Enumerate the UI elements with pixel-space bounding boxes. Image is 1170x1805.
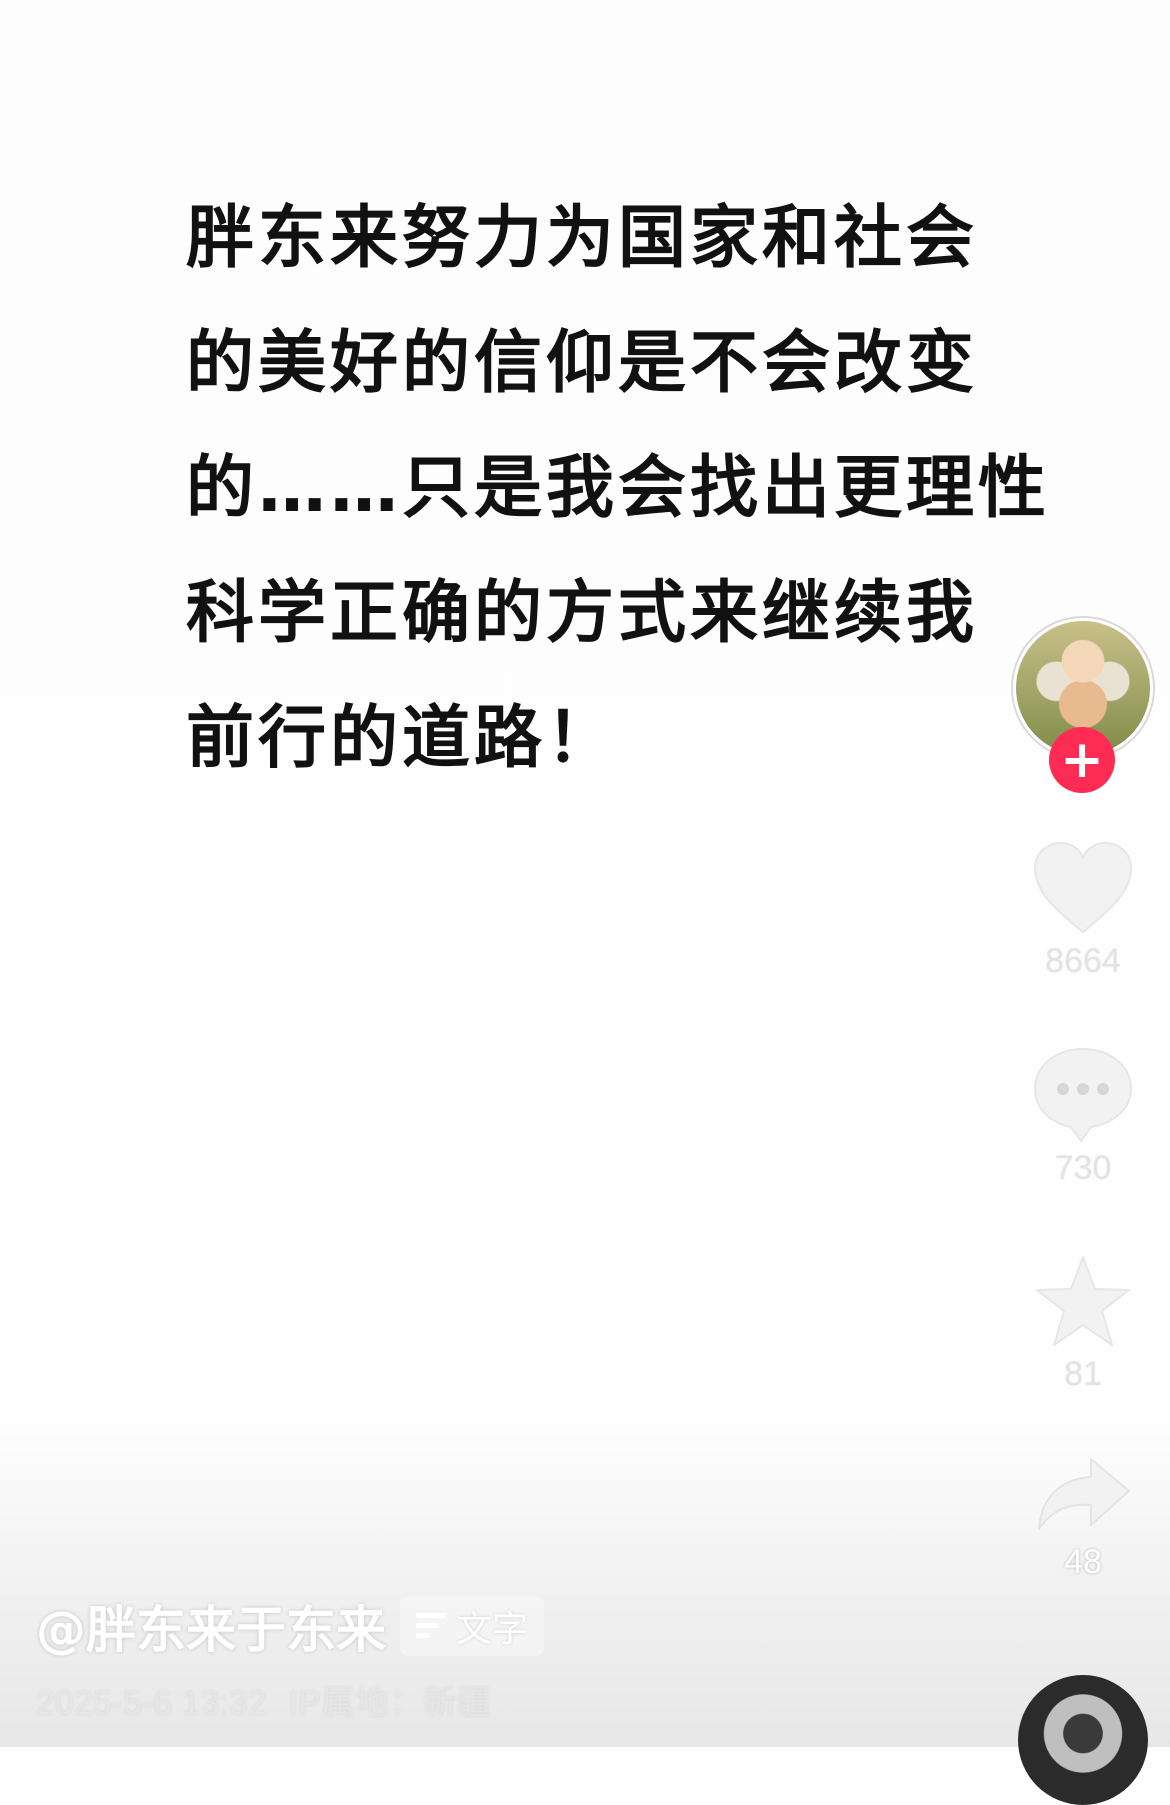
share-button[interactable]: 48 bbox=[1010, 1453, 1156, 1582]
video-screen[interactable]: 胖东来努力为国家和社会 的美好的信仰是不会改变 的……只是我会找出更理性 科学正… bbox=[0, 0, 1170, 1805]
post-text-line: 的……只是我会找出更理性 bbox=[186, 449, 1051, 528]
author-row: @胖东来于东来 文字 bbox=[36, 1590, 545, 1662]
share-count: 48 bbox=[1064, 1543, 1102, 1581]
text-lines-icon bbox=[416, 1611, 446, 1641]
comment-button[interactable]: 730 bbox=[1010, 1045, 1156, 1188]
like-count: 8664 bbox=[1045, 942, 1121, 980]
author-name[interactable]: @胖东来于东来 bbox=[36, 1590, 386, 1662]
favorite-count: 81 bbox=[1064, 1355, 1102, 1393]
post-text-line: 的美好的信仰是不会改变 bbox=[186, 324, 979, 403]
tag-label: 文字 bbox=[456, 1609, 529, 1650]
comment-bubble-icon bbox=[1033, 1047, 1133, 1143]
follow-button[interactable]: + bbox=[1049, 727, 1115, 793]
share-arrow-icon bbox=[1038, 1458, 1130, 1530]
heart-icon bbox=[1033, 841, 1133, 934]
post-text-line: 胖东来努力为国家和社会 bbox=[186, 199, 979, 278]
post-meta: 2025-5-6 13:32 IP属地：新疆 bbox=[36, 1675, 491, 1724]
favorite-button[interactable]: 81 bbox=[1010, 1253, 1156, 1394]
post-text-block: 胖东来努力为国家和社会 的美好的信仰是不会改变 的……只是我会找出更理性 科学正… bbox=[186, 176, 1051, 801]
ip-location: IP属地：新疆 bbox=[288, 1684, 491, 1722]
star-icon bbox=[1036, 1256, 1130, 1346]
comment-count: 730 bbox=[1054, 1149, 1112, 1187]
music-disc[interactable] bbox=[1018, 1675, 1148, 1805]
author-avatar-group: + bbox=[1010, 615, 1156, 793]
text-tag-chip[interactable]: 文字 bbox=[400, 1596, 545, 1656]
like-button[interactable]: 8664 bbox=[1010, 840, 1156, 981]
post-text-line: 科学正确的方式来继续我 bbox=[186, 574, 979, 653]
post-datetime: 2025-5-6 13:32 bbox=[36, 1684, 267, 1722]
post-text-line: 前行的道路！ bbox=[186, 699, 619, 778]
